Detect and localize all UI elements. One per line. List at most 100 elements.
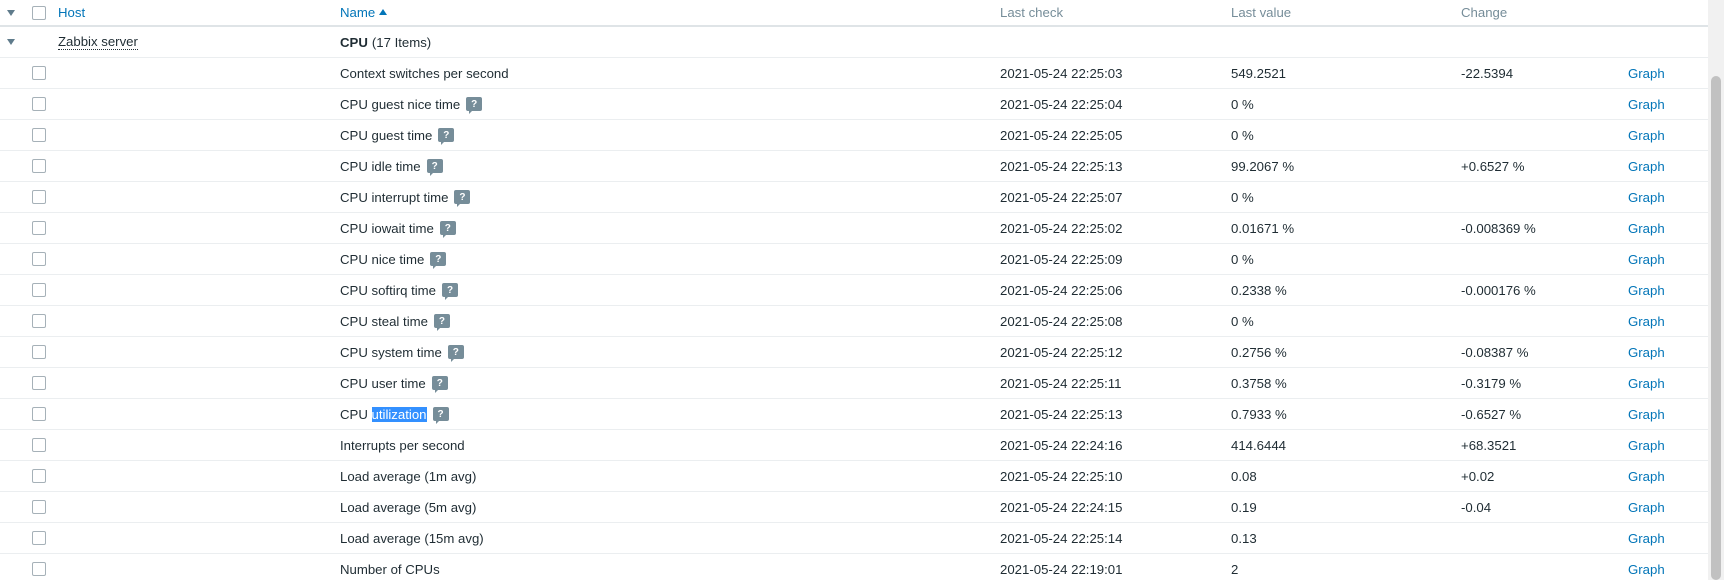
help-icon[interactable]: ? xyxy=(438,128,455,145)
row-checkbox-cell[interactable] xyxy=(32,492,50,522)
graph-link[interactable]: Graph xyxy=(1628,252,1665,267)
name-column-header[interactable]: Name xyxy=(340,0,388,25)
row-checkbox-cell[interactable] xyxy=(32,337,50,367)
row-checkbox[interactable] xyxy=(32,221,46,235)
row-checkbox[interactable] xyxy=(32,128,46,142)
graph-cell[interactable]: Graph xyxy=(1628,151,1665,181)
graph-cell[interactable]: Graph xyxy=(1628,523,1665,553)
graph-cell[interactable]: Graph xyxy=(1628,368,1665,398)
host-column-label[interactable]: Host xyxy=(58,5,85,20)
graph-cell[interactable]: Graph xyxy=(1628,337,1665,367)
help-icon[interactable]: ? xyxy=(431,376,448,393)
help-icon[interactable]: ? xyxy=(426,159,443,176)
graph-link[interactable]: Graph xyxy=(1628,66,1665,81)
graph-link[interactable]: Graph xyxy=(1628,562,1665,577)
graph-cell[interactable]: Graph xyxy=(1628,244,1665,274)
graph-cell[interactable]: Graph xyxy=(1628,275,1665,305)
chevron-down-icon xyxy=(7,9,15,16)
name-column-label[interactable]: Name xyxy=(340,5,375,20)
graph-cell[interactable]: Graph xyxy=(1628,492,1665,522)
row-checkbox-cell[interactable] xyxy=(32,306,50,336)
row-checkbox-cell[interactable] xyxy=(32,182,50,212)
graph-link[interactable]: Graph xyxy=(1628,159,1665,174)
row-checkbox[interactable] xyxy=(32,407,46,421)
row-checkbox[interactable] xyxy=(32,314,46,328)
group-host-cell[interactable]: Zabbix server xyxy=(58,27,138,57)
graph-cell[interactable]: Graph xyxy=(1628,399,1665,429)
item-name-cell: CPU idle time? xyxy=(340,151,443,181)
graph-link[interactable]: Graph xyxy=(1628,531,1665,546)
row-checkbox-cell[interactable] xyxy=(32,523,50,553)
table-row: CPU iowait time? 2021-05-24 22:25:02 0.016… xyxy=(0,213,1708,244)
host-name-link[interactable]: Zabbix server xyxy=(58,34,138,50)
help-icon[interactable]: ? xyxy=(466,97,483,114)
graph-cell[interactable]: Graph xyxy=(1628,89,1665,119)
graph-link[interactable]: Graph xyxy=(1628,438,1665,453)
graph-cell[interactable]: Graph xyxy=(1628,213,1665,243)
graph-link[interactable]: Graph xyxy=(1628,97,1665,112)
graph-cell[interactable]: Graph xyxy=(1628,182,1665,212)
row-checkbox-cell[interactable] xyxy=(32,554,50,580)
row-checkbox[interactable] xyxy=(32,376,46,390)
scrollbar-thumb[interactable] xyxy=(1711,76,1721,580)
row-checkbox-cell[interactable] xyxy=(32,244,50,274)
help-icon[interactable]: ? xyxy=(442,283,458,300)
row-checkbox-cell[interactable] xyxy=(32,213,50,243)
graph-cell[interactable]: Graph xyxy=(1628,461,1665,491)
item-name: Load average (15m avg) xyxy=(340,530,484,546)
change-value: -0.3179 % xyxy=(1461,375,1522,391)
collapse-all-toggle[interactable] xyxy=(4,0,18,25)
vertical-scrollbar[interactable] xyxy=(1708,0,1724,580)
last-check-cell: 2021-05-24 22:25:10 xyxy=(1000,461,1122,491)
graph-link[interactable]: Graph xyxy=(1628,376,1665,391)
graph-link[interactable]: Graph xyxy=(1628,500,1665,515)
graph-link[interactable]: Graph xyxy=(1628,345,1665,360)
graph-link[interactable]: Graph xyxy=(1628,314,1665,329)
row-checkbox-cell[interactable] xyxy=(32,430,50,460)
graph-link[interactable]: Graph xyxy=(1628,283,1665,298)
change-value: -0.000176 % xyxy=(1461,282,1536,298)
host-column-header[interactable]: Host xyxy=(58,0,85,25)
row-checkbox[interactable] xyxy=(32,438,46,452)
row-checkbox[interactable] xyxy=(32,190,46,204)
row-checkbox[interactable] xyxy=(32,66,46,80)
help-icon[interactable]: ? xyxy=(447,345,464,362)
row-checkbox-cell[interactable] xyxy=(32,58,50,88)
graph-cell[interactable]: Graph xyxy=(1628,430,1665,460)
row-checkbox-cell[interactable] xyxy=(32,275,50,305)
graph-cell[interactable]: Graph xyxy=(1628,554,1665,580)
row-checkbox-cell[interactable] xyxy=(32,89,50,119)
row-checkbox[interactable] xyxy=(32,159,46,173)
graph-cell[interactable]: Graph xyxy=(1628,306,1665,336)
graph-link[interactable]: Graph xyxy=(1628,407,1665,422)
row-checkbox[interactable] xyxy=(32,500,46,514)
row-checkbox-cell[interactable] xyxy=(32,151,50,181)
item-name: CPU nice time xyxy=(340,251,425,267)
last-check-cell: 2021-05-24 22:25:04 xyxy=(1000,89,1122,119)
row-checkbox[interactable] xyxy=(32,469,46,483)
graph-cell[interactable]: Graph xyxy=(1628,58,1665,88)
row-checkbox-cell[interactable] xyxy=(32,120,50,150)
group-collapse-toggle[interactable] xyxy=(4,27,18,57)
help-icon[interactable]: ? xyxy=(430,252,447,269)
row-checkbox[interactable] xyxy=(32,345,46,359)
select-all-checkbox[interactable] xyxy=(32,5,46,20)
graph-link[interactable]: Graph xyxy=(1628,221,1665,236)
row-checkbox[interactable] xyxy=(32,252,46,266)
help-icon[interactable]: ? xyxy=(454,190,471,207)
row-checkbox[interactable] xyxy=(32,531,46,545)
row-checkbox-cell[interactable] xyxy=(32,368,50,398)
row-checkbox[interactable] xyxy=(32,562,46,576)
row-checkbox-cell[interactable] xyxy=(32,461,50,491)
graph-link[interactable]: Graph xyxy=(1628,469,1665,484)
row-checkbox[interactable] xyxy=(32,283,46,297)
help-icon[interactable]: ? xyxy=(433,314,450,331)
row-checkbox[interactable] xyxy=(32,97,46,111)
help-icon[interactable]: ? xyxy=(432,407,449,424)
graph-link[interactable]: Graph xyxy=(1628,190,1665,205)
graph-cell[interactable]: Graph xyxy=(1628,120,1665,150)
row-checkbox-cell[interactable] xyxy=(32,399,50,429)
select-all-checkbox-cell[interactable] xyxy=(32,0,50,25)
graph-link[interactable]: Graph xyxy=(1628,128,1665,143)
help-icon[interactable]: ? xyxy=(439,221,456,238)
